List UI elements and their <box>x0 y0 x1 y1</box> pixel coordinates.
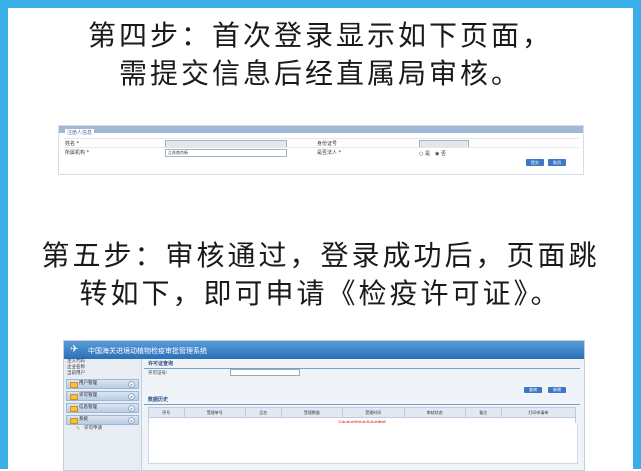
table-header-row: 序号 受理单号 品名 受理数量 受理时间 审核状态 备注 打印申请单 <box>148 407 577 418</box>
column-header: 品名 <box>245 407 282 418</box>
system-title: 中国海关进境动植物检疫审批管理系统 <box>88 347 207 355</box>
menu-label: 信息管理 <box>79 405 97 410</box>
form-header-bar <box>59 126 583 133</box>
column-header: 备注 <box>464 407 502 418</box>
folder-icon <box>70 406 78 412</box>
approval-system-screenshot: ✈ 中国海关进境动植物检疫审批管理系统 注入代码 企业名称 当前用户 用户管理»… <box>63 340 585 471</box>
list-panel-title: 数据历史 <box>144 397 580 405</box>
form-legend: 注册人信息 <box>65 129 95 136</box>
column-header: 受理数量 <box>280 407 344 418</box>
form-row-org: 所属机构 * 江苏南京新 是否法人 * ○ 是 ◉ 否 <box>63 147 579 157</box>
radio-yes-label: 是 <box>424 151 430 157</box>
query-panel-title: 许可证查询 <box>144 361 580 369</box>
sidebar: 注入代码 企业名称 当前用户 用户管理» 许可管理» 信息管理» 系统 « ✎ 许可… <box>64 359 142 470</box>
column-header: 序号 <box>148 407 185 418</box>
submenu-label: 许可申请 <box>84 426 102 431</box>
cancel-button[interactable]: 取消 <box>548 159 566 166</box>
customs-logo-icon: ✈ <box>70 344 79 355</box>
chevron-icon: » <box>128 405 135 412</box>
registration-form-screenshot: 注册人信息 姓名 * 身份证号 所属机构 * 江苏南京新 是否法人 * ○ 是 … <box>58 125 584 175</box>
step5-heading-line2: 转如下，即可申请《检疫许可证》。 <box>79 277 562 310</box>
permit-no-input[interactable] <box>230 369 300 376</box>
table-blank-area <box>148 423 578 464</box>
system-banner: ✈ 中国海关进境动植物检疫审批管理系统 <box>64 341 584 359</box>
column-header: 受理时间 <box>342 407 405 418</box>
query-button[interactable]: 查询 <box>524 387 542 393</box>
menu-label: 许可管理 <box>79 393 97 398</box>
user-info-line: 当前用户 <box>67 371 85 376</box>
pencil-icon: ✎ <box>76 426 81 432</box>
menu-system[interactable]: 系统 « <box>66 415 139 425</box>
add-button[interactable]: 新增 <box>548 387 566 393</box>
menu-permit-management[interactable]: 许可管理 » <box>66 391 139 401</box>
menu-label: 系统 <box>79 417 88 422</box>
submit-button[interactable]: 提交 <box>526 159 544 166</box>
chevron-icon: « <box>128 417 135 424</box>
frame-top <box>0 0 641 8</box>
step4-heading-line2: 需提交信息后经直属局审核。 <box>118 57 522 90</box>
menu-label: 用户管理 <box>79 381 97 386</box>
folder-icon <box>70 418 78 424</box>
main-panel: 许可证查询 许可证号: 查询 新增 数据历史 序号 受理单号 品名 受理数量 受… <box>144 361 580 467</box>
org-label: 所属机构 * <box>65 150 90 156</box>
radio-yes[interactable]: ○ 是 <box>419 150 430 157</box>
submenu-permit-apply[interactable]: ✎ 许可申请 <box>76 426 139 432</box>
org-field[interactable]: 江苏南京新 <box>165 149 287 157</box>
column-header: 打印申请单 <box>500 407 577 418</box>
folder-icon <box>70 394 78 400</box>
chevron-icon: » <box>128 393 135 400</box>
id-label: 身份证号 <box>317 141 338 147</box>
legal-label: 是否法人 * <box>317 150 342 156</box>
menu-info-management[interactable]: 信息管理 » <box>66 403 139 413</box>
radio-no[interactable]: ◉ 否 <box>435 150 446 157</box>
name-label: 姓名 * <box>65 141 80 147</box>
step4-heading-line1: 第四步：首次登录显示如下页面， <box>87 19 553 52</box>
column-header: 审核状态 <box>403 407 466 418</box>
menu-user-management[interactable]: 用户管理 » <box>66 379 139 389</box>
step5-heading-line1: 第五步：审核通过，登录成功后，页面跳 <box>41 239 600 272</box>
folder-icon <box>70 382 78 388</box>
radio-no-label: 否 <box>440 151 446 157</box>
column-header: 受理单号 <box>183 407 247 418</box>
permit-no-label: 许可证号: <box>148 371 168 376</box>
chevron-icon: » <box>128 381 135 388</box>
